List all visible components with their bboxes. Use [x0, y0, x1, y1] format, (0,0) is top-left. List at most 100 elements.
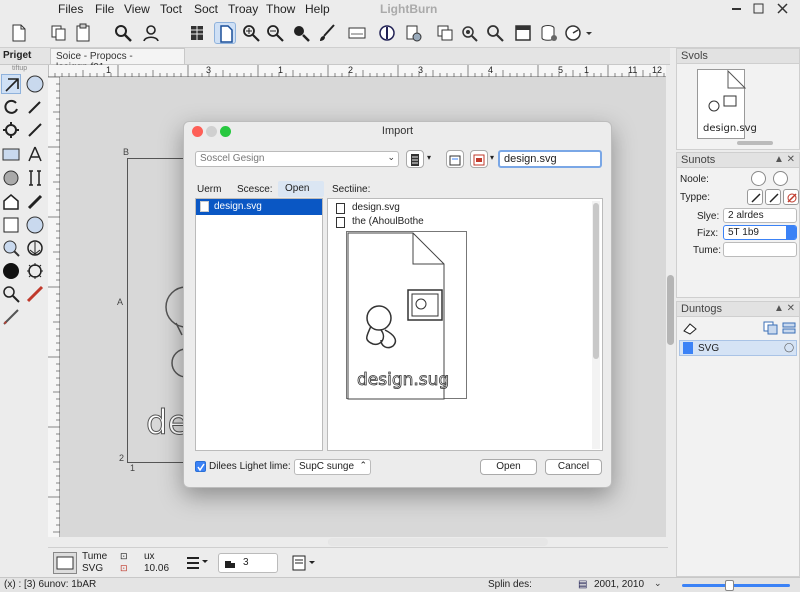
gauge-icon[interactable] [562, 22, 584, 44]
format-combo[interactable]: SupC sunge ⌃ [294, 459, 371, 475]
ellipse-tool-icon[interactable] [25, 74, 45, 94]
new-file-icon[interactable] [8, 22, 30, 44]
menu-troay[interactable]: Troay [228, 2, 258, 16]
zoom-slider-handle[interactable] [725, 580, 734, 591]
type-cut-icon[interactable] [783, 189, 799, 205]
window-icon[interactable] [512, 22, 534, 44]
node-radio-1[interactable] [751, 171, 766, 186]
list-item[interactable]: design.svg [196, 199, 322, 215]
new-folder-icon[interactable] [470, 150, 488, 168]
zoom-slider[interactable] [682, 584, 790, 587]
polygon-tool-icon[interactable] [1, 192, 21, 212]
stack-icon[interactable] [781, 321, 797, 335]
copy-icon[interactable] [48, 22, 70, 44]
select-tool-icon[interactable] [1, 74, 21, 94]
close-icon[interactable]: ▲ ✕ [774, 154, 795, 165]
type-curve-icon[interactable] [765, 189, 781, 205]
rotate-tool-icon[interactable] [1, 97, 21, 117]
preview-scroll[interactable] [737, 141, 773, 145]
layer-item-svg[interactable]: SVG ◯ [679, 340, 797, 356]
star-tool-icon[interactable] [25, 261, 45, 281]
export-icon[interactable] [290, 553, 318, 573]
list-icon[interactable] [184, 553, 210, 573]
stepper-icon[interactable] [786, 226, 796, 239]
circle-tool-icon[interactable] [25, 215, 45, 235]
zoom-in-icon[interactable] [240, 22, 262, 44]
eye-icon[interactable]: ◯ [784, 342, 794, 353]
square-tool-icon[interactable] [1, 215, 21, 235]
node-tool-icon[interactable] [1, 168, 21, 188]
laser-tool-icon[interactable] [25, 284, 45, 304]
anchor-tool-icon[interactable] [25, 238, 45, 258]
fill-tool-icon[interactable] [1, 261, 21, 281]
menu-file[interactable]: File [95, 2, 114, 16]
user-icon[interactable] [140, 22, 162, 44]
col-header-scesce[interactable]: Scesce: [237, 184, 273, 195]
open-button[interactable]: Open [480, 459, 537, 475]
zoom-out-icon[interactable] [264, 22, 286, 44]
chevron-down-icon[interactable]: ▾ [490, 153, 494, 162]
layer-swatch-icon[interactable] [53, 552, 77, 574]
vertical-scrollbar[interactable] [666, 65, 676, 537]
gear-tool-icon[interactable] [1, 120, 21, 140]
text-tool-icon[interactable] [25, 168, 45, 188]
pen-tool-icon[interactable] [25, 97, 45, 117]
cancel-button[interactable]: Cancel [545, 459, 602, 475]
rect-tool-icon[interactable] [1, 144, 21, 164]
size-spinbox[interactable]: 2 alrdes [723, 208, 797, 223]
filename-field[interactable]: design.svg [498, 150, 602, 168]
compass-icon[interactable] [376, 22, 398, 44]
frame-icon[interactable] [346, 22, 368, 44]
eraser-icon[interactable] [681, 321, 699, 335]
file-list[interactable]: design.svg the (AhoulBothe design.sug [327, 198, 603, 451]
layers-icon[interactable] [434, 22, 456, 44]
source-list[interactable]: design.svg [195, 198, 323, 451]
chevron-down-icon[interactable]: ▾ [427, 153, 431, 162]
options-checkbox[interactable] [195, 461, 206, 472]
fizz-spinbox[interactable]: 5T 1b9 [723, 225, 797, 240]
tune-combo[interactable] [723, 242, 797, 257]
document-tab[interactable]: Soice - Propocs -lesiggn.f01 [50, 48, 185, 73]
wand-tool-icon[interactable] [1, 307, 21, 327]
settings-icon[interactable] [402, 22, 424, 44]
zoom-fit-icon[interactable] [290, 22, 312, 44]
type-line-icon[interactable] [747, 189, 763, 205]
magic-icon[interactable] [458, 22, 480, 44]
line-tool-icon[interactable] [25, 120, 45, 140]
menu-toct[interactable]: Toct [160, 2, 182, 16]
knife-tool-icon[interactable] [25, 192, 45, 212]
menu-help[interactable]: Help [305, 2, 330, 16]
list-view-icon[interactable] [406, 150, 424, 168]
list-item[interactable]: design.svg [336, 202, 576, 216]
scroll-thumb[interactable] [593, 203, 599, 359]
menu-view[interactable]: View [124, 2, 150, 16]
magnify-tool-icon[interactable] [1, 284, 21, 304]
node-radio-2[interactable] [773, 171, 788, 186]
database-icon[interactable] [538, 22, 560, 44]
paste-icon[interactable] [72, 22, 94, 44]
find-icon[interactable] [484, 22, 506, 44]
menu-thow[interactable]: Thow [266, 2, 295, 16]
measure-tool-icon[interactable] [25, 144, 45, 164]
zoom-tool-icon[interactable] [1, 238, 21, 258]
search-icon[interactable] [112, 22, 134, 44]
folder-icon[interactable] [446, 150, 464, 168]
brush-icon[interactable] [316, 22, 338, 44]
type-label: Typpe: [680, 192, 711, 203]
window-controls[interactable] [730, 3, 794, 15]
document-icon[interactable] [214, 22, 236, 44]
menu-soct[interactable]: Soct [194, 2, 218, 16]
list-scrollbar[interactable] [592, 201, 600, 449]
col-header-uerm[interactable]: Uerm [197, 184, 221, 195]
chevron-down-icon[interactable]: ⌄ [654, 578, 662, 589]
scroll-thumb[interactable] [667, 275, 674, 345]
col-header-open[interactable]: Open [278, 181, 324, 197]
location-combo[interactable]: Soscel Gesign ⌄ [195, 151, 399, 167]
grid-icon[interactable] [186, 22, 208, 44]
list-item[interactable]: the (AhoulBothe [336, 216, 576, 230]
chevron-down-icon[interactable] [584, 22, 594, 44]
menu-files[interactable]: Files [58, 2, 83, 16]
count-stepper[interactable]: 3 [218, 553, 278, 573]
close-icon[interactable]: ▲ ✕ [774, 303, 795, 314]
duplicate-icon[interactable] [763, 321, 779, 335]
